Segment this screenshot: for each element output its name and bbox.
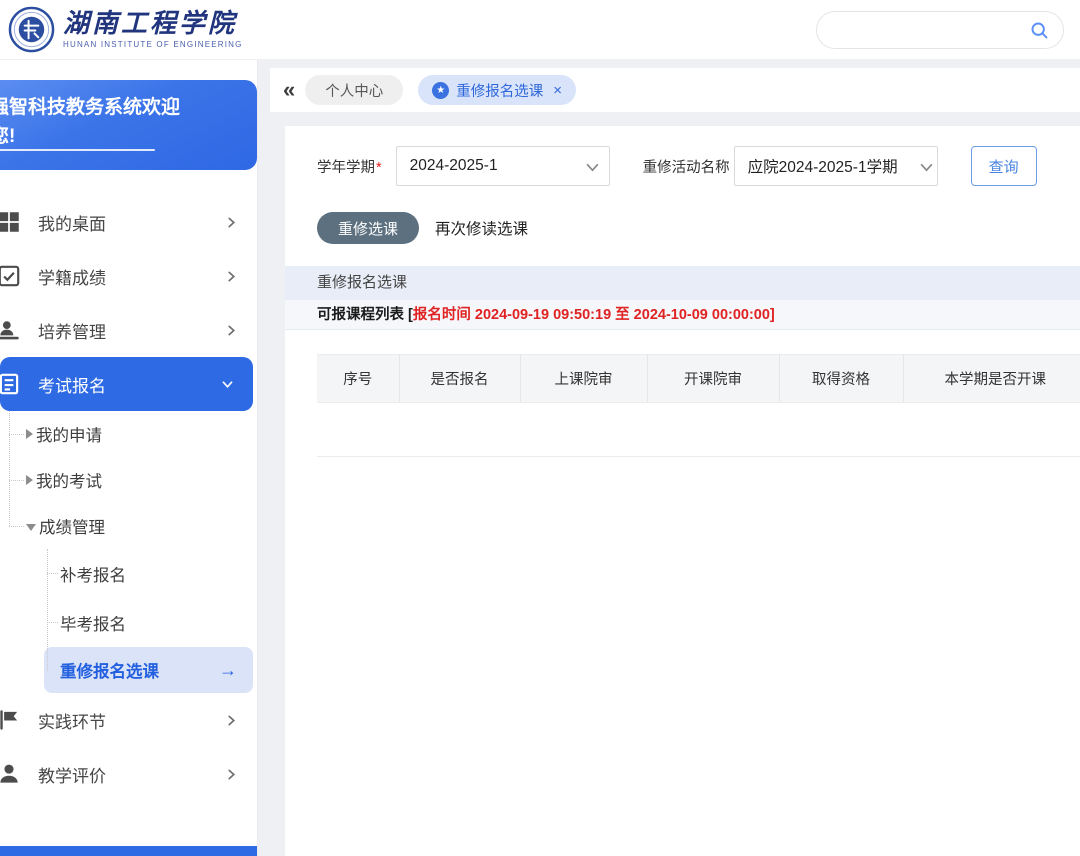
column-header: 是否报名 [399, 355, 520, 403]
activity-select[interactable]: 应院2024-2025-1学期 [734, 146, 938, 186]
submenu-item-label: 补考报名 [60, 562, 126, 586]
submenu-item-makeup-exam-registration[interactable]: 补考报名 [0, 549, 257, 598]
chevron-right-icon [226, 271, 237, 282]
submenu-item-label: 我的考试 [36, 468, 102, 492]
logo-title-en: HUNAN INSTITUTE OF ENGINEERING [63, 40, 243, 49]
global-search [816, 11, 1064, 49]
submenu-item-my-exam[interactable]: 我的考试 [0, 457, 257, 503]
app-header: 湖南工程学院 HUNAN INSTITUTE OF ENGINEERING [0, 0, 1080, 60]
submenu-item-my-application[interactable]: 我的申请 [0, 411, 257, 457]
query-button[interactable]: 查询 [971, 146, 1037, 186]
chevron-right-icon [226, 217, 237, 228]
submenu-item-label: 重修报名选课 [60, 658, 159, 682]
table-row [317, 403, 1080, 457]
tab-bar: « 个人中心 ★ 重修报名选课 × [270, 68, 1080, 112]
welcome-underline [0, 149, 155, 151]
exam-form-icon [0, 371, 22, 397]
sidebar-bottom-accent [0, 846, 258, 856]
tab-restudy-course-selection[interactable]: 再次修读选课 [435, 217, 528, 239]
person-desk-icon [0, 317, 22, 343]
column-header: 本学期是否开课 [903, 355, 1080, 403]
sidebar-item-label: 教学评价 [38, 762, 226, 787]
semester-label: 学年学期* [317, 156, 382, 177]
collapse-sidebar-icon[interactable]: « [283, 79, 295, 101]
tab-retake-course-selection[interactable]: 重修选课 [317, 212, 419, 244]
search-icon[interactable] [1029, 20, 1050, 41]
university-emblem-icon [8, 6, 55, 53]
tab-personal-center[interactable]: 个人中心 [305, 75, 403, 105]
sidebar-item-label: 考试报名 [38, 372, 222, 397]
university-logo: 湖南工程学院 HUNAN INSTITUTE OF ENGINEERING [8, 6, 243, 53]
tab-label: 个人中心 [325, 80, 383, 101]
logo-title-cn: 湖南工程学院 [63, 10, 243, 39]
submenu-item-label: 毕考报名 [60, 611, 126, 635]
registration-period-text: 报名时间 2024-09-19 09:50:19 至 2024-10-09 00… [413, 307, 775, 323]
sidebar-item-label: 我的桌面 [38, 210, 226, 235]
chevron-down-icon [222, 379, 233, 390]
welcome-banner: 强智科技教务系统欢迎您! [0, 80, 257, 170]
sidebar-item-label: 学籍成绩 [38, 264, 226, 289]
flag-icon [0, 707, 22, 733]
column-header: 取得资格 [779, 355, 903, 403]
sidebar-item-exam-registration[interactable]: 考试报名 [0, 357, 253, 411]
registration-period-line: 可报课程列表 [报名时间 2024-09-19 09:50:19 至 2024-… [285, 300, 1080, 330]
content-panel: 学年学期* 2024-2025-1 重修活动名称 应院2024-2025-1学期… [285, 126, 1080, 856]
desktop-grid-icon [0, 209, 22, 235]
star-badge-icon: ★ [432, 82, 449, 99]
course-tabs: 重修选课 再次修读选课 [317, 212, 1080, 244]
activity-label: 重修活动名称 [643, 156, 730, 177]
semester-select-value: 2024-2025-1 [397, 157, 498, 175]
sidebar-item-teaching-evaluation[interactable]: 教学评价 [0, 747, 257, 801]
column-header: 开课院审 [647, 355, 779, 403]
activity-select-value: 应院2024-2025-1学期 [735, 155, 898, 177]
column-header: 序号 [317, 355, 399, 403]
submenu-item-label: 我的申请 [36, 422, 102, 446]
sidebar-item-label: 培养管理 [38, 318, 226, 343]
record-check-icon [0, 263, 22, 289]
sidebar-item-label: 实践环节 [38, 708, 226, 733]
tab-retake-registration[interactable]: ★ 重修报名选课 × [418, 75, 576, 105]
submenu-item-graduation-exam-registration[interactable]: 毕考报名 [0, 598, 257, 647]
required-asterisk: * [376, 160, 382, 176]
semester-select[interactable]: 2024-2025-1 [396, 146, 610, 186]
sidebar-item-my-desktop[interactable]: 我的桌面 [0, 195, 257, 249]
chevron-right-icon [226, 325, 237, 336]
welcome-text: 强智科技教务系统欢迎您! [0, 80, 195, 152]
submenu-item-retake-registration[interactable]: 重修报名选课 → [44, 647, 253, 693]
sidebar-menu: 我的桌面 学籍成绩 培养管理 [0, 195, 257, 801]
close-tab-icon[interactable]: × [553, 82, 562, 99]
logo-text: 湖南工程学院 HUNAN INSTITUTE OF ENGINEERING [63, 10, 243, 49]
course-table: 序号 是否报名 上课院审 开课院审 取得资格 本学期是否开课 [317, 354, 1080, 457]
chevron-right-icon [226, 715, 237, 726]
empty-table-body [317, 403, 1080, 457]
table-header-row: 序号 是否报名 上课院审 开课院审 取得资格 本学期是否开课 [317, 355, 1080, 403]
sidebar: 强智科技教务系统欢迎您! 我的桌面 学籍成绩 [0, 60, 258, 856]
sidebar-item-training-management[interactable]: 培养管理 [0, 303, 257, 357]
person-icon [0, 761, 22, 787]
triangle-right-icon [26, 429, 33, 439]
chevron-down-icon [920, 161, 933, 174]
column-header: 上课院审 [520, 355, 647, 403]
chevron-right-icon [226, 769, 237, 780]
filter-row: 学年学期* 2024-2025-1 重修活动名称 应院2024-2025-1学期… [317, 146, 1080, 186]
submenu-item-label: 成绩管理 [39, 514, 105, 538]
sidebar-item-practice-segments[interactable]: 实践环节 [0, 693, 257, 747]
tab-label: 重修报名选课 [456, 80, 543, 101]
semester-label-text: 学年学期 [317, 160, 375, 176]
sidebar-item-student-records[interactable]: 学籍成绩 [0, 249, 257, 303]
triangle-down-icon [26, 524, 36, 531]
arrow-right-icon: → [219, 660, 237, 681]
panel-title: 重修报名选课 [285, 266, 1080, 300]
triangle-right-icon [26, 475, 33, 485]
search-input[interactable] [817, 12, 1063, 48]
course-list-label: 可报课程列表 [ [317, 307, 413, 323]
submenu-item-grade-management[interactable]: 成绩管理 [0, 503, 257, 549]
chevron-down-icon [586, 161, 599, 174]
